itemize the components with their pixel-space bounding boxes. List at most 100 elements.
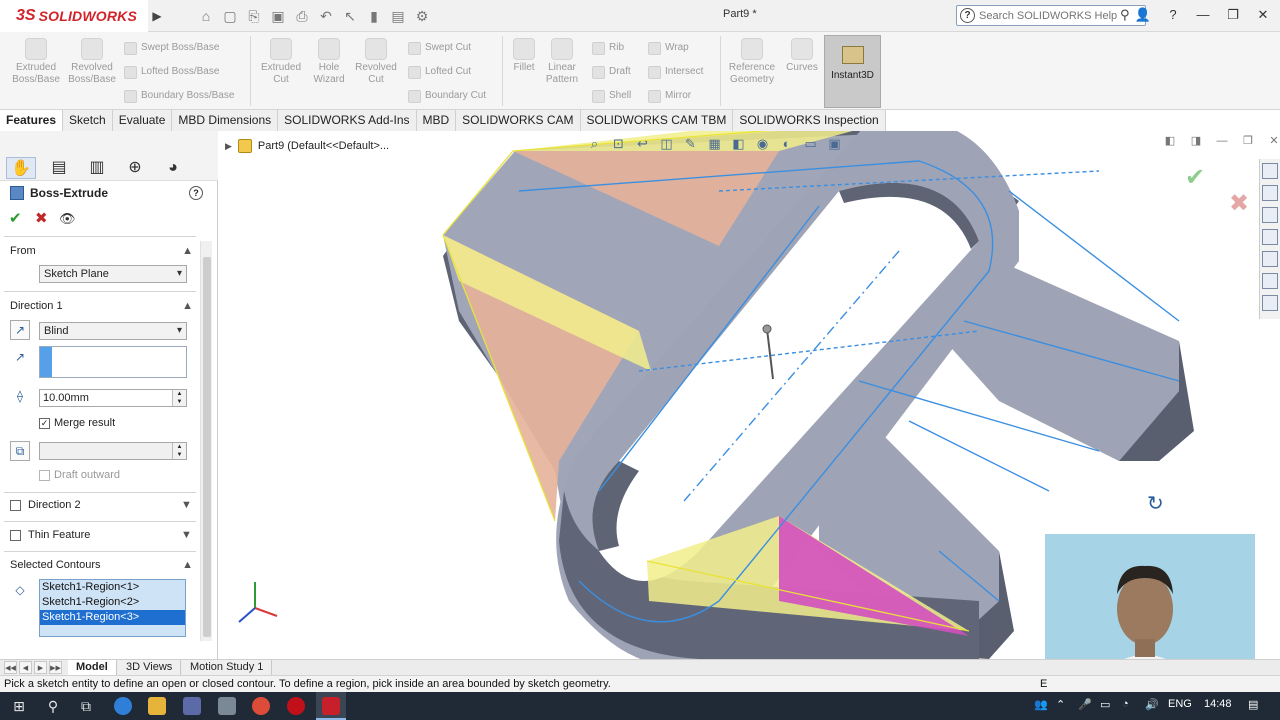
viewport-close-icon[interactable]: ✕ xyxy=(1265,131,1280,151)
end-condition-select[interactable]: Blind ▾ xyxy=(39,322,187,340)
collapse-chevron-icon[interactable]: ▲ xyxy=(182,300,193,312)
minimize-button[interactable]: — xyxy=(1192,4,1214,26)
reverse-direction-icon[interactable]: ↗ xyxy=(10,320,30,340)
zoom-to-fit-icon[interactable]: ⌕ xyxy=(585,134,604,153)
tab-sketch[interactable]: Sketch xyxy=(63,110,113,131)
mail-icon[interactable] xyxy=(218,697,236,715)
list-item[interactable]: Sketch1-Region<1> xyxy=(40,580,185,595)
from-group-header[interactable]: From ▲ xyxy=(10,245,195,261)
property-manager-scrollbar[interactable] xyxy=(200,241,212,641)
configuration-manager-icon[interactable]: ▥ xyxy=(82,157,112,179)
file-explorer-icon[interactable] xyxy=(1262,207,1278,223)
save-icon[interactable]: ▣ xyxy=(268,5,288,27)
file-explorer-icon[interactable] xyxy=(148,697,166,715)
notifications-icon[interactable]: ▤ xyxy=(1248,698,1258,711)
custom-properties-icon[interactable] xyxy=(1262,273,1278,289)
menu-expand-arrow-icon[interactable]: ▶ xyxy=(150,6,164,26)
solidworks-taskbar-button[interactable] xyxy=(316,692,346,720)
linear-pattern-button[interactable]: Linear Pattern xyxy=(534,38,590,86)
options-gear-icon[interactable]: ⚙ xyxy=(412,5,432,27)
boundary-cut-button[interactable]: Boundary Cut xyxy=(408,88,486,104)
instant3d-button[interactable]: Instant3D xyxy=(824,35,881,108)
direction-selection-box[interactable] xyxy=(39,346,187,378)
draft-angle-input[interactable]: ▲ ▼ xyxy=(39,442,187,460)
first-tab-arrow-icon[interactable]: ◀◀ xyxy=(4,661,17,674)
tab-solidworks-cam-tbm[interactable]: SOLIDWORKS CAM TBM xyxy=(580,110,734,131)
checkbox-unchecked-icon[interactable] xyxy=(10,529,21,541)
graphics-area[interactable]: ▶ Part9 (Default<<Default>... ⌕ ⊡ ↩ ◫ ✎ … xyxy=(219,131,1280,659)
list-item[interactable]: Sketch1-Region<2> xyxy=(40,595,185,610)
swept-boss-button[interactable]: Swept Boss/Base xyxy=(124,40,219,56)
selected-contours-header[interactable]: Selected Contours ▲ xyxy=(10,559,195,575)
feature-tree-root[interactable]: ▶ Part9 (Default<<Default>... xyxy=(225,139,389,153)
spin-arrows-icon[interactable]: ▲ ▼ xyxy=(172,443,186,459)
select-arrow-icon[interactable]: ↖ xyxy=(340,5,360,27)
lofted-boss-button[interactable]: Lofted Boss/Base xyxy=(124,64,219,80)
zoom-to-area-icon[interactable]: ⊡ xyxy=(609,134,628,153)
view-settings-icon[interactable]: ▣ xyxy=(825,134,844,153)
extruded-boss-button[interactable]: Extruded Boss/Base xyxy=(8,38,64,86)
merge-result-checkbox[interactable]: ✓ Merge result xyxy=(39,417,115,429)
rotate-view-icon[interactable]: ↻ xyxy=(1147,491,1164,516)
recorder-icon[interactable] xyxy=(287,697,305,715)
task-view-icon[interactable]: ⧉ xyxy=(76,696,96,716)
battery-icon[interactable]: ▭ xyxy=(1100,698,1110,711)
expand-chevron-icon[interactable]: ▼ xyxy=(181,499,192,511)
mirror-button[interactable]: Mirror xyxy=(648,88,691,104)
tab-mbd-dimensions[interactable]: MBD Dimensions xyxy=(172,110,279,131)
solidworks-logo[interactable]: 3S SOLIDWORKS xyxy=(0,0,148,32)
wrap-button[interactable]: Wrap xyxy=(648,40,689,56)
design-library-icon[interactable] xyxy=(1262,185,1278,201)
draft-button[interactable]: Draft xyxy=(592,64,631,80)
tab-model[interactable]: Model xyxy=(68,660,117,676)
viewport-restore-icon[interactable]: ❐ xyxy=(1239,131,1257,151)
depth-input[interactable]: 10.00mm ▲ ▼ xyxy=(39,389,187,407)
restore-button[interactable]: ❐ xyxy=(1222,4,1244,26)
tab-evaluate[interactable]: Evaluate xyxy=(112,110,173,131)
reference-geometry-button[interactable]: Reference Geometry xyxy=(724,38,780,86)
checkbox-unchecked-icon[interactable] xyxy=(10,499,21,511)
view-palette-icon[interactable] xyxy=(1262,229,1278,245)
tray-expand-icon[interactable]: ⌃ xyxy=(1056,698,1065,711)
hide-show-items-icon[interactable]: ◉ xyxy=(753,134,772,153)
property-manager-icon[interactable]: ▤ xyxy=(44,157,74,179)
display-style-icon[interactable]: ◧ xyxy=(729,134,748,153)
open-folder-icon[interactable]: ⎘ xyxy=(244,5,264,27)
scrollbar-thumb[interactable] xyxy=(203,257,211,637)
feature-manager-tree-icon[interactable]: ✋ xyxy=(6,157,36,179)
collapse-chevron-icon[interactable]: ▲ xyxy=(182,245,193,257)
tab-3d-views[interactable]: 3D Views xyxy=(118,660,182,676)
viewport-prev-icon[interactable]: ◧ xyxy=(1161,131,1179,151)
swept-cut-button[interactable]: Swept Cut xyxy=(408,40,471,56)
dimxpert-manager-icon[interactable]: ⊕ xyxy=(120,157,150,179)
selected-contours-list[interactable]: Sketch1-Region<1> Sketch1-Region<2> Sket… xyxy=(39,579,186,637)
thin-feature-checkbox[interactable]: Thin Feature xyxy=(10,529,90,541)
prev-tab-arrow-icon[interactable]: ◀ xyxy=(19,661,32,674)
tab-solidworks-inspection[interactable]: SOLIDWORKS Inspection xyxy=(733,110,886,131)
display-manager-icon[interactable]: ◕ xyxy=(158,157,188,179)
viewport-minimize-icon[interactable]: — xyxy=(1213,131,1231,151)
help-menu-icon[interactable]: ? xyxy=(1162,4,1184,26)
draft-outward-checkbox[interactable]: Draft outward xyxy=(39,469,120,481)
intersect-button[interactable]: Intersect xyxy=(648,64,703,80)
list-item[interactable]: Sketch1-Region<3> xyxy=(40,610,185,625)
tab-solidworks-cam[interactable]: SOLIDWORKS CAM xyxy=(456,110,581,131)
tab-mbd[interactable]: MBD xyxy=(416,110,457,131)
from-select[interactable]: Sketch Plane ▾ xyxy=(39,265,187,283)
user-account-icon[interactable]: 👤 xyxy=(1132,4,1154,26)
tab-solidworks-add-ins[interactable]: SOLIDWORKS Add-Ins xyxy=(278,110,417,131)
search-icon[interactable]: ⚲ xyxy=(1120,7,1130,23)
collapse-chevron-icon[interactable]: ▲ xyxy=(182,559,193,571)
boundary-boss-button[interactable]: Boundary Boss/Base xyxy=(124,88,234,104)
view-orientation-icon[interactable]: ▦ xyxy=(705,134,724,153)
people-icon[interactable]: 👥 xyxy=(1034,698,1048,711)
help-icon[interactable]: ? xyxy=(189,186,203,200)
volume-icon[interactable]: 🔊 xyxy=(1145,698,1159,711)
checkbox-unchecked-icon[interactable] xyxy=(39,469,50,481)
cancel-x-icon[interactable]: ✖ xyxy=(35,209,48,227)
tree-expand-arrow-icon[interactable]: ▶ xyxy=(225,141,232,152)
shell-button[interactable]: Shell xyxy=(592,88,631,104)
microphone-icon[interactable]: 🎤 xyxy=(1078,698,1092,711)
file-properties-icon[interactable]: ▤ xyxy=(388,5,408,27)
spin-arrows-icon[interactable]: ▲ ▼ xyxy=(172,390,186,406)
